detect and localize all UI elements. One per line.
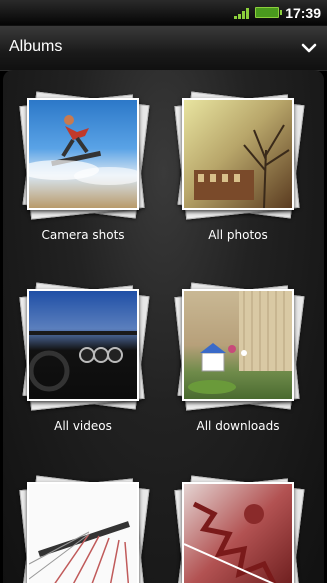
status-clock: 17:39: [285, 4, 321, 21]
album-thumbnail-stack: [19, 475, 150, 583]
album-label: All downloads: [196, 419, 280, 433]
screen: 17:39 Albums Camera shots All photos All…: [0, 0, 327, 583]
album-item[interactable]: [8, 475, 158, 583]
album-thumbnail: [182, 482, 294, 583]
album-camera-shots[interactable]: Camera shots: [8, 91, 158, 242]
album-grid: Camera shots All photos All videos All d…: [3, 70, 324, 583]
album-thumbnail-stack: [19, 91, 150, 220]
album-label: All photos: [208, 228, 268, 242]
all-downloads-thumbnail: [182, 289, 294, 401]
album-all-downloads[interactable]: All downloads: [163, 282, 313, 433]
album-all-photos[interactable]: All photos: [163, 91, 313, 242]
signal-bars-icon: [234, 7, 250, 19]
album-thumbnail-stack: [19, 282, 150, 411]
chevron-down-icon: [301, 43, 317, 53]
album-item[interactable]: [163, 475, 313, 583]
album-all-videos[interactable]: All videos: [8, 282, 158, 433]
all-videos-thumbnail: [27, 289, 139, 401]
album-label: All videos: [54, 419, 112, 433]
status-icons: 17:39: [234, 3, 321, 22]
album-thumbnail-stack: [174, 475, 305, 583]
album-thumbnail-stack: [174, 282, 305, 411]
album-thumbnail: [27, 482, 139, 583]
albums-dropdown[interactable]: Albums: [0, 26, 327, 71]
status-bar: 17:39: [0, 0, 327, 26]
albums-title: Albums: [9, 38, 63, 55]
album-thumbnail-stack: [174, 91, 305, 220]
battery-icon: [255, 7, 283, 18]
album-label: Camera shots: [41, 228, 125, 242]
camera-shots-thumbnail: [27, 98, 139, 210]
all-photos-thumbnail: [182, 98, 294, 210]
